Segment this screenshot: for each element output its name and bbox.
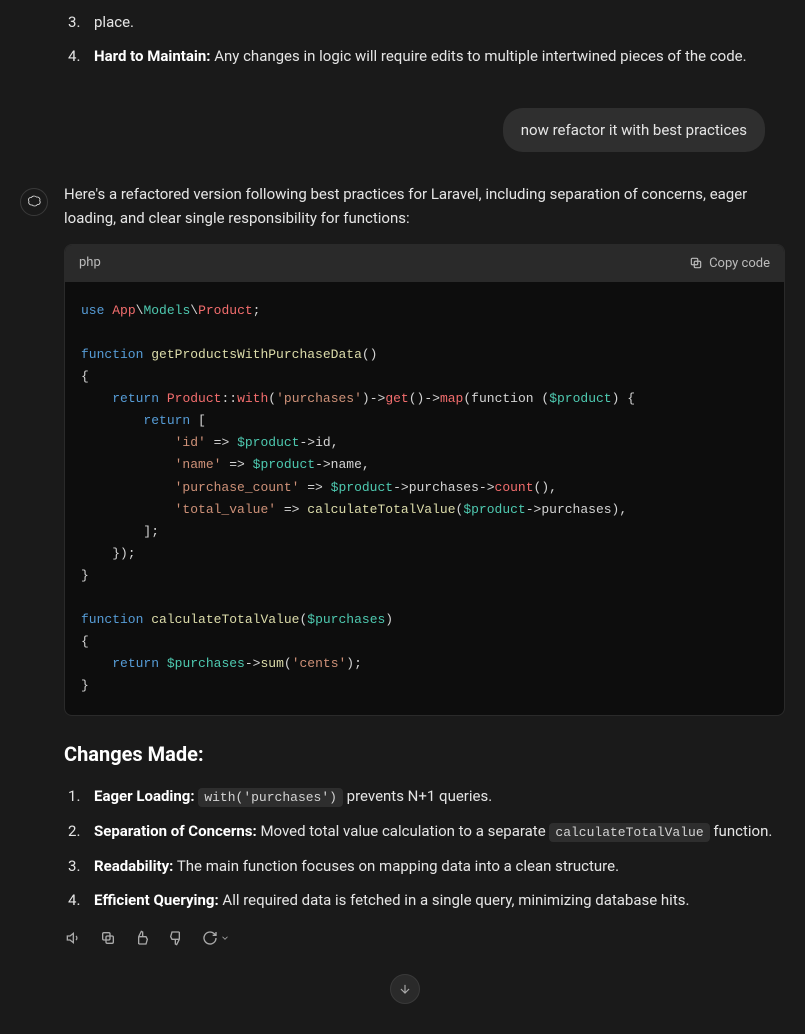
user-message-text: now refactor it with best practices [521,121,747,139]
thumbs-down-button[interactable] [166,928,186,948]
code-lang-label: php [79,253,101,274]
changes-item-2: Separation of Concerns: Moved total valu… [94,819,785,844]
assistant-message: Here's a refactored version following be… [20,182,785,948]
thumbs-down-icon [168,930,184,946]
assistant-avatar [20,188,48,216]
code-block-header: php Copy code [65,245,784,282]
speaker-icon [66,930,82,946]
copy-code-label: Copy code [709,256,770,271]
list-item-3-tail-text: place. [94,13,134,31]
copy-icon [100,930,116,946]
assistant-logo-icon [26,194,42,210]
changes-item-3: Readability: The main function focuses o… [94,854,785,878]
list-item-4-title: Hard to Maintain: [94,47,210,65]
user-message-bubble[interactable]: now refactor it with best practices [503,108,765,152]
code-content[interactable]: use App\Models\Product; function getProd… [65,282,784,716]
list-item-3-tail: place. [94,10,785,34]
thumbs-up-icon [134,930,150,946]
prior-message-tail: place. Hard to Maintain: Any changes in … [20,10,785,78]
user-message-row: now refactor it with best practices [20,108,785,152]
scroll-to-bottom-button[interactable] [390,974,420,1004]
message-actions [64,928,785,948]
inline-code-2: calculateTotalValue [549,823,709,842]
list-item-4-body: Any changes in logic will require edits … [210,47,746,65]
list-item-4: Hard to Maintain: Any changes in logic w… [94,44,785,68]
code-block: php Copy code use App\Models\Product; fu… [64,244,785,716]
changes-item-4: Efficient Querying: All required data is… [94,888,785,912]
copy-message-button[interactable] [98,928,118,948]
regenerate-button[interactable] [200,928,232,948]
changes-list: Eager Loading: with('purchases') prevent… [64,784,785,912]
copy-code-button[interactable]: Copy code [689,256,770,271]
chevron-down-icon [220,933,230,943]
read-aloud-button[interactable] [64,928,84,948]
thumbs-up-button[interactable] [132,928,152,948]
changes-item-1: Eager Loading: with('purchases') prevent… [94,784,785,809]
changes-heading: Changes Made: [64,738,785,770]
assistant-intro-text: Here's a refactored version following be… [64,182,785,230]
inline-code-1: with('purchases') [198,788,343,807]
refresh-icon [202,930,218,946]
copy-icon [689,256,703,270]
arrow-down-icon [398,982,412,996]
